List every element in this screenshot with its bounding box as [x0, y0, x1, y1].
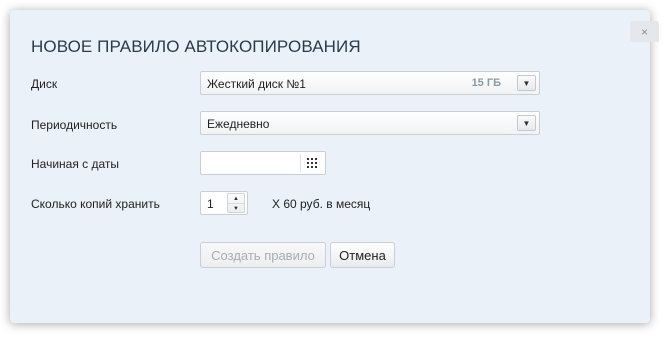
disk-size: 15 ГБ: [471, 77, 501, 89]
disk-select[interactable]: Жесткий диск №1 15 ГБ ▼: [200, 71, 540, 95]
periodicity-select[interactable]: Ежедневно ▼: [200, 111, 540, 135]
close-icon: ×: [640, 24, 648, 39]
chevron-down-icon[interactable]: ▼: [517, 115, 536, 131]
calendar-button[interactable]: [300, 154, 323, 172]
create-rule-button[interactable]: Создать правило: [200, 242, 326, 268]
dialog-title: НОВОЕ ПРАВИЛО АВТОКОПИРОВАНИЯ: [31, 37, 361, 56]
increment-icon[interactable]: ▲: [228, 194, 244, 203]
copies-stepper[interactable]: 1 ▲ ▼: [200, 191, 248, 215]
copies-value: 1: [207, 197, 214, 211]
calendar-icon: [307, 158, 317, 168]
close-button[interactable]: ×: [630, 21, 659, 42]
cancel-button[interactable]: Отмена: [330, 242, 395, 268]
copies-label: Сколько копий хранить: [31, 197, 160, 211]
stepper-buttons: ▲ ▼: [227, 193, 245, 213]
start-date-label: Начиная с даты: [31, 157, 120, 171]
start-date-input[interactable]: [200, 151, 326, 175]
periodicity-label: Периодичность: [31, 118, 118, 132]
disk-label: Диск: [31, 77, 58, 91]
disk-value: Жесткий диск №1: [207, 77, 306, 91]
periodicity-value: Ежедневно: [207, 117, 270, 131]
chevron-down-icon[interactable]: ▼: [517, 75, 536, 91]
price-per-month: X 60 руб. в месяц: [272, 197, 371, 211]
decrement-icon[interactable]: ▼: [228, 203, 244, 213]
